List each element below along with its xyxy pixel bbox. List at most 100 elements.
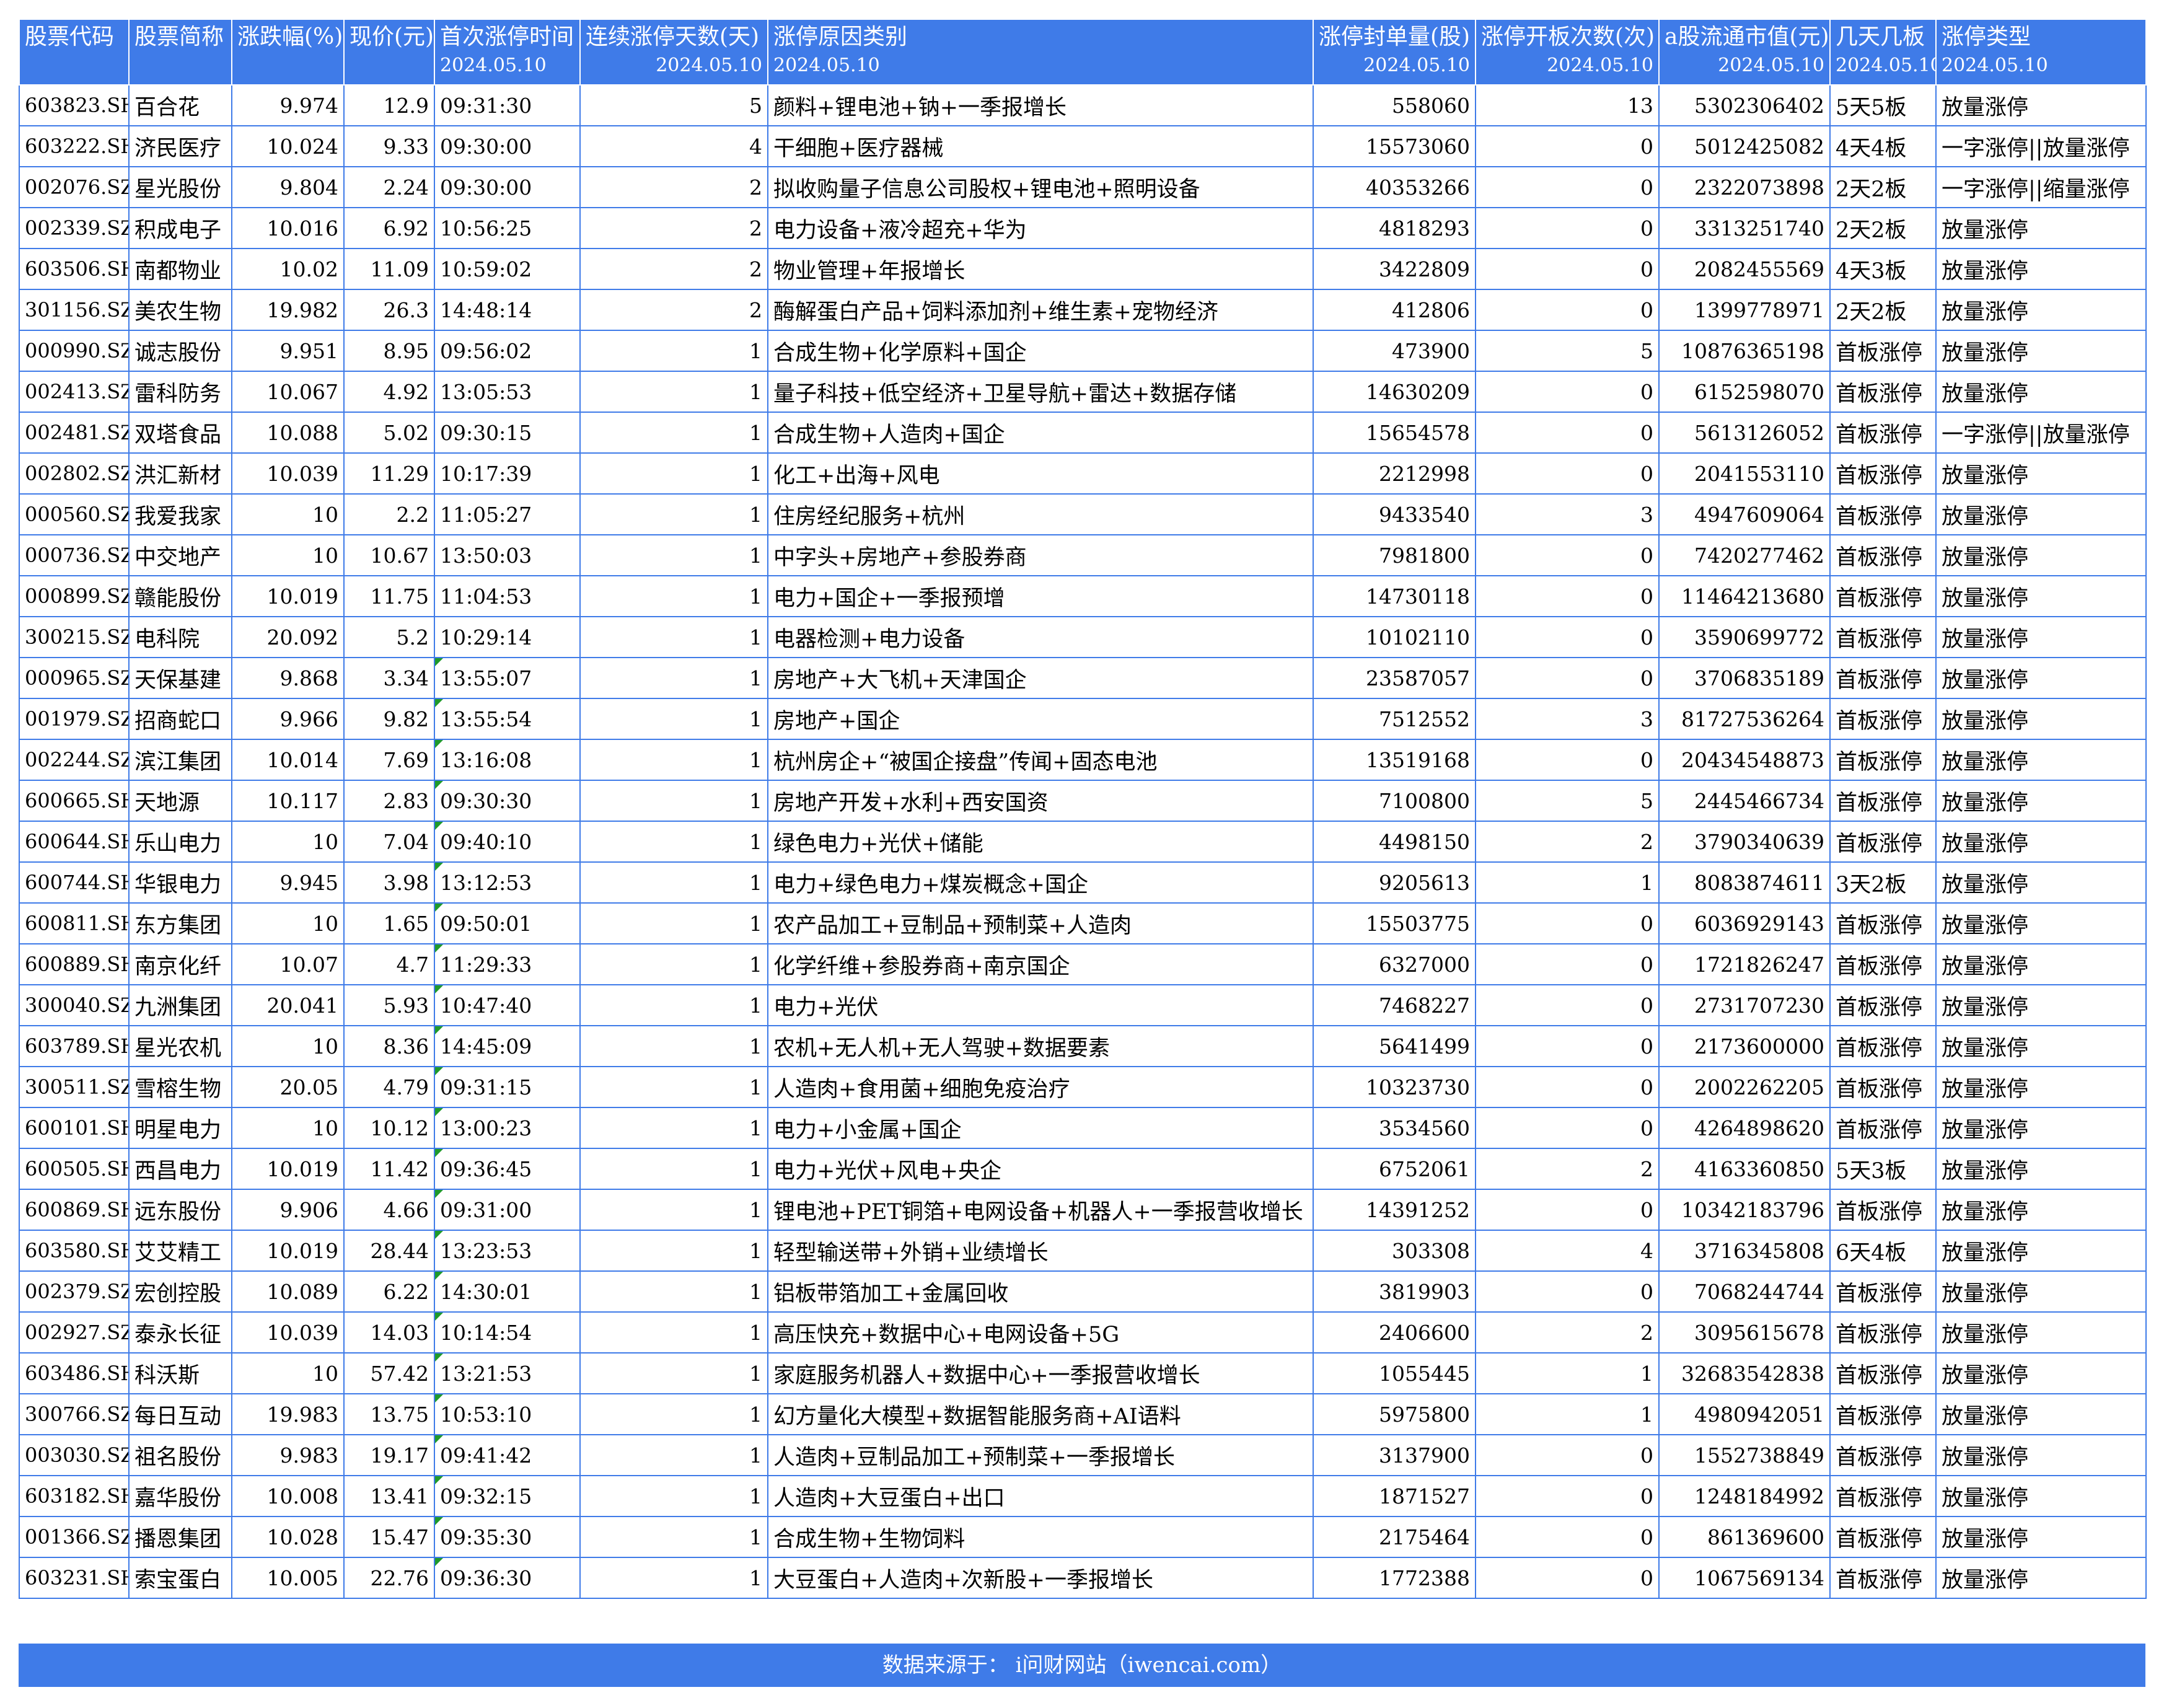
cell-float-cap: 2731707230 [1658,984,1831,1026]
col-header-open-count[interactable]: 涨停开板次数(次) 2024.05.10 [1475,19,1660,86]
table-row[interactable]: 600811.SH 东方集团 10 1.65 09:50:01 1 农产品加工+豆制品+预制… [19,902,2147,944]
table-row[interactable]: 600505.SH 西昌电力 10.019 11.42 09:36:45 1 电力+光伏+风… [19,1148,2147,1190]
cell-code: 000560.SZ [19,493,130,535]
col-header-price[interactable]: 现价(元) [343,19,435,86]
cell-seal-volume: 2212998 [1313,452,1476,495]
table-row[interactable]: 000560.SZ 我爱我家 10 2.2 11:05:27 1 住房经纪服务+杭州 9433… [19,493,2147,535]
table-row[interactable]: 603486.SH 科沃斯 10 57.42 13:21:53 1 家庭服务机器人+数据中心… [19,1352,2147,1394]
cell-limit-type: 放量涨停 [1935,1475,2147,1517]
cell-reason: 电力设备+液冷超充+华为 [767,207,1314,249]
table-row[interactable]: 002481.SZ 双塔食品 10.088 5.02 09:30:15 1 合成生物+人造肉… [19,412,2147,454]
cell-price: 6.22 [343,1270,435,1313]
col-header-seal-volume[interactable]: 涨停封单量(股) 2024.05.10 [1313,19,1476,86]
cell-reason: 电力+国企+一季报预增 [767,575,1314,617]
cell-first-limit-time: 13:16:08 [434,739,581,781]
cell-seal-volume: 7468227 [1313,984,1476,1026]
cell-change-pct: 9.951 [231,330,345,372]
cell-first-limit-time: 13:12:53 [434,861,581,904]
cell-open-count: 0 [1475,1434,1660,1476]
cell-float-cap: 4264898620 [1658,1107,1831,1149]
cell-first-limit-time: 13:00:23 [434,1107,581,1149]
table-row[interactable]: 002379.SZ 宏创控股 10.089 6.22 14:30:01 1 铝板带箔加工+金… [19,1270,2147,1313]
table-row[interactable]: 600665.SH 天地源 10.117 2.83 09:30:30 1 房地产开发+水利+… [19,780,2147,822]
cell-change-pct: 10.024 [231,125,345,167]
table-row[interactable]: 300215.SZ 电科院 20.092 5.2 10:29:14 1 电器检测+电力设备 1… [19,616,2147,658]
cell-consecutive-days: 1 [579,1434,768,1476]
cell-boards: 首板涨停 [1829,412,1937,454]
col-header-change-pct[interactable]: 涨跌幅(%) [231,19,345,86]
col-header-code[interactable]: 股票代码 [19,19,130,86]
table-row[interactable]: 000990.SZ 诚志股份 9.951 8.95 09:56:02 1 合成生物+化学原料… [19,330,2147,372]
table-row[interactable]: 603222.SH 济民医疗 10.024 9.33 09:30:00 4 干细胞+医疗器械… [19,125,2147,167]
cell-float-cap: 3590699772 [1658,616,1831,658]
table-row[interactable]: 003030.SZ 祖名股份 9.983 19.17 09:41:42 1 人造肉+豆制品加… [19,1434,2147,1476]
table-row[interactable]: 600869.SH 远东股份 9.906 4.66 09:31:00 1 锂电池+PET铜箔… [19,1189,2147,1231]
cell-change-pct: 9.945 [231,861,345,904]
table-row[interactable]: 000736.SZ 中交地产 10 10.67 13:50:03 1 中字头+房地产+参股券… [19,534,2147,576]
cell-code: 603580.SH [19,1230,130,1272]
cell-reason: 锂电池+PET铜箔+电网设备+机器人+一季报营收增长 [767,1189,1314,1231]
col-header-boards[interactable]: 几天几板 2024.05.10 [1829,19,1937,86]
col-header-name[interactable]: 股票简称 [128,19,232,86]
cell-price: 9.82 [343,698,435,740]
col-header-float-cap[interactable]: a股流通市值(元) 2024.05.10 [1658,19,1831,86]
table-row[interactable]: 002244.SZ 滨江集团 10.014 7.69 13:16:08 1 杭州房企+“被国… [19,739,2147,781]
table-row[interactable]: 600889.SH 南京化纤 10.07 4.7 11:29:33 1 化学纤维+参股券商+… [19,943,2147,985]
cell-reason: 电器检测+电力设备 [767,616,1314,658]
cell-price: 6.92 [343,207,435,249]
cell-first-limit-time: 10:59:02 [434,248,581,290]
table-row[interactable]: 002802.SZ 洪汇新材 10.039 11.29 10:17:39 1 化工+出海+风… [19,452,2147,495]
col-header-reason[interactable]: 涨停原因类别 2024.05.10 [767,19,1314,86]
table-row[interactable]: 603506.SH 南都物业 10.02 11.09 10:59:02 2 物业管理+年报增… [19,248,2147,290]
cell-boards: 首板涨停 [1829,452,1937,495]
table-row[interactable]: 600644.SH 乐山电力 10 7.04 09:40:10 1 绿色电力+光伏+储能 44… [19,821,2147,863]
cell-consecutive-days: 1 [579,330,768,372]
table-row[interactable]: 002339.SZ 积成电子 10.016 6.92 10:56:25 2 电力设备+液冷超… [19,207,2147,249]
cell-name: 西昌电力 [128,1148,232,1190]
col-header-limit-type[interactable]: 涨停类型 2024.05.10 [1935,19,2147,86]
table-row[interactable]: 001366.SZ 播恩集团 10.028 15.47 09:35:30 1 合成生物+生物… [19,1516,2147,1558]
table-row[interactable]: 301156.SZ 美农生物 19.982 26.3 14:48:14 2 酶解蛋白产品+饲… [19,289,2147,331]
table-row[interactable]: 300766.SZ 每日互动 19.983 13.75 10:53:10 1 幻方量化大模型… [19,1393,2147,1435]
cell-reason: 合成生物+化学原料+国企 [767,330,1314,372]
cell-boards: 5天5板 [1829,84,1937,126]
cell-code: 002244.SZ [19,739,130,781]
table-row[interactable]: 300040.SZ 九洲集团 20.041 5.93 10:47:40 1 电力+光伏 746… [19,984,2147,1026]
cell-open-count: 5 [1475,330,1660,372]
cell-consecutive-days: 1 [579,1148,768,1190]
table-row[interactable]: 603823.SH 百合花 9.974 12.9 09:31:30 5 颜料+锂电池+钠+一… [19,84,2147,126]
cell-float-cap: 8083874611 [1658,861,1831,904]
cell-reason: 轻型输送带+外销+业绩增长 [767,1230,1314,1272]
cell-float-cap: 3095615678 [1658,1311,1831,1354]
cell-name: 天保基建 [128,657,232,699]
table-row[interactable]: 000899.SZ 赣能股份 10.019 11.75 11:04:53 1 电力+国企+一… [19,575,2147,617]
cell-price: 22.76 [343,1557,435,1599]
table-row[interactable]: 000965.SZ 天保基建 9.868 3.34 13:55:07 1 房地产+大飞机+天… [19,657,2147,699]
cell-open-count: 1 [1475,1352,1660,1394]
cell-first-limit-time: 09:40:10 [434,821,581,863]
cell-float-cap: 2445466734 [1658,780,1831,822]
cell-price: 11.29 [343,452,435,495]
cell-limit-type: 放量涨停 [1935,1148,2147,1190]
cell-first-limit-time: 14:30:01 [434,1270,581,1313]
cell-reason: 房地产+大飞机+天津国企 [767,657,1314,699]
table-row[interactable]: 002076.SZ 星光股份 9.804 2.24 09:30:00 2 拟收购量子信息公司… [19,166,2147,208]
cell-price: 4.7 [343,943,435,985]
table-row[interactable]: 001979.SZ 招商蛇口 9.966 9.82 13:55:54 1 房地产+国企 751… [19,698,2147,740]
cell-name: 我爱我家 [128,493,232,535]
cell-open-count: 1 [1475,1393,1660,1435]
table-row[interactable]: 603231.SH 索宝蛋白 10.005 22.76 09:36:30 1 大豆蛋白+人造… [19,1557,2147,1599]
table-row[interactable]: 002413.SZ 雷科防务 10.067 4.92 13:05:53 1 量子科技+低空经… [19,371,2147,413]
cell-limit-type: 放量涨停 [1935,861,2147,904]
table-row[interactable]: 002927.SZ 泰永长征 10.039 14.03 10:14:54 1 高压快充+数据… [19,1311,2147,1354]
table-row[interactable]: 600744.SH 华银电力 9.945 3.98 13:12:53 1 电力+绿色电力+煤… [19,861,2147,904]
cell-name: 远东股份 [128,1189,232,1231]
table-row[interactable]: 603789.SH 星光农机 10 8.36 14:45:09 1 农机+无人机+无人驾驶+… [19,1025,2147,1067]
cell-first-limit-time: 11:05:27 [434,493,581,535]
col-header-consecutive-days[interactable]: 连续涨停天数(天) 2024.05.10 [579,19,768,86]
table-row[interactable]: 300511.SZ 雪榕生物 20.05 4.79 09:31:15 1 人造肉+食用菌+细… [19,1066,2147,1108]
col-header-first-limit-time[interactable]: 首次涨停时间 2024.05.10 [434,19,581,86]
table-row[interactable]: 600101.SH 明星电力 10 10.12 13:00:23 1 电力+小金属+国企 35… [19,1107,2147,1149]
table-row[interactable]: 603182.SH 嘉华股份 10.008 13.41 09:32:15 1 人造肉+大豆蛋… [19,1475,2147,1517]
table-row[interactable]: 603580.SH 艾艾精工 10.019 28.44 13:23:53 1 轻型输送带+外… [19,1230,2147,1272]
